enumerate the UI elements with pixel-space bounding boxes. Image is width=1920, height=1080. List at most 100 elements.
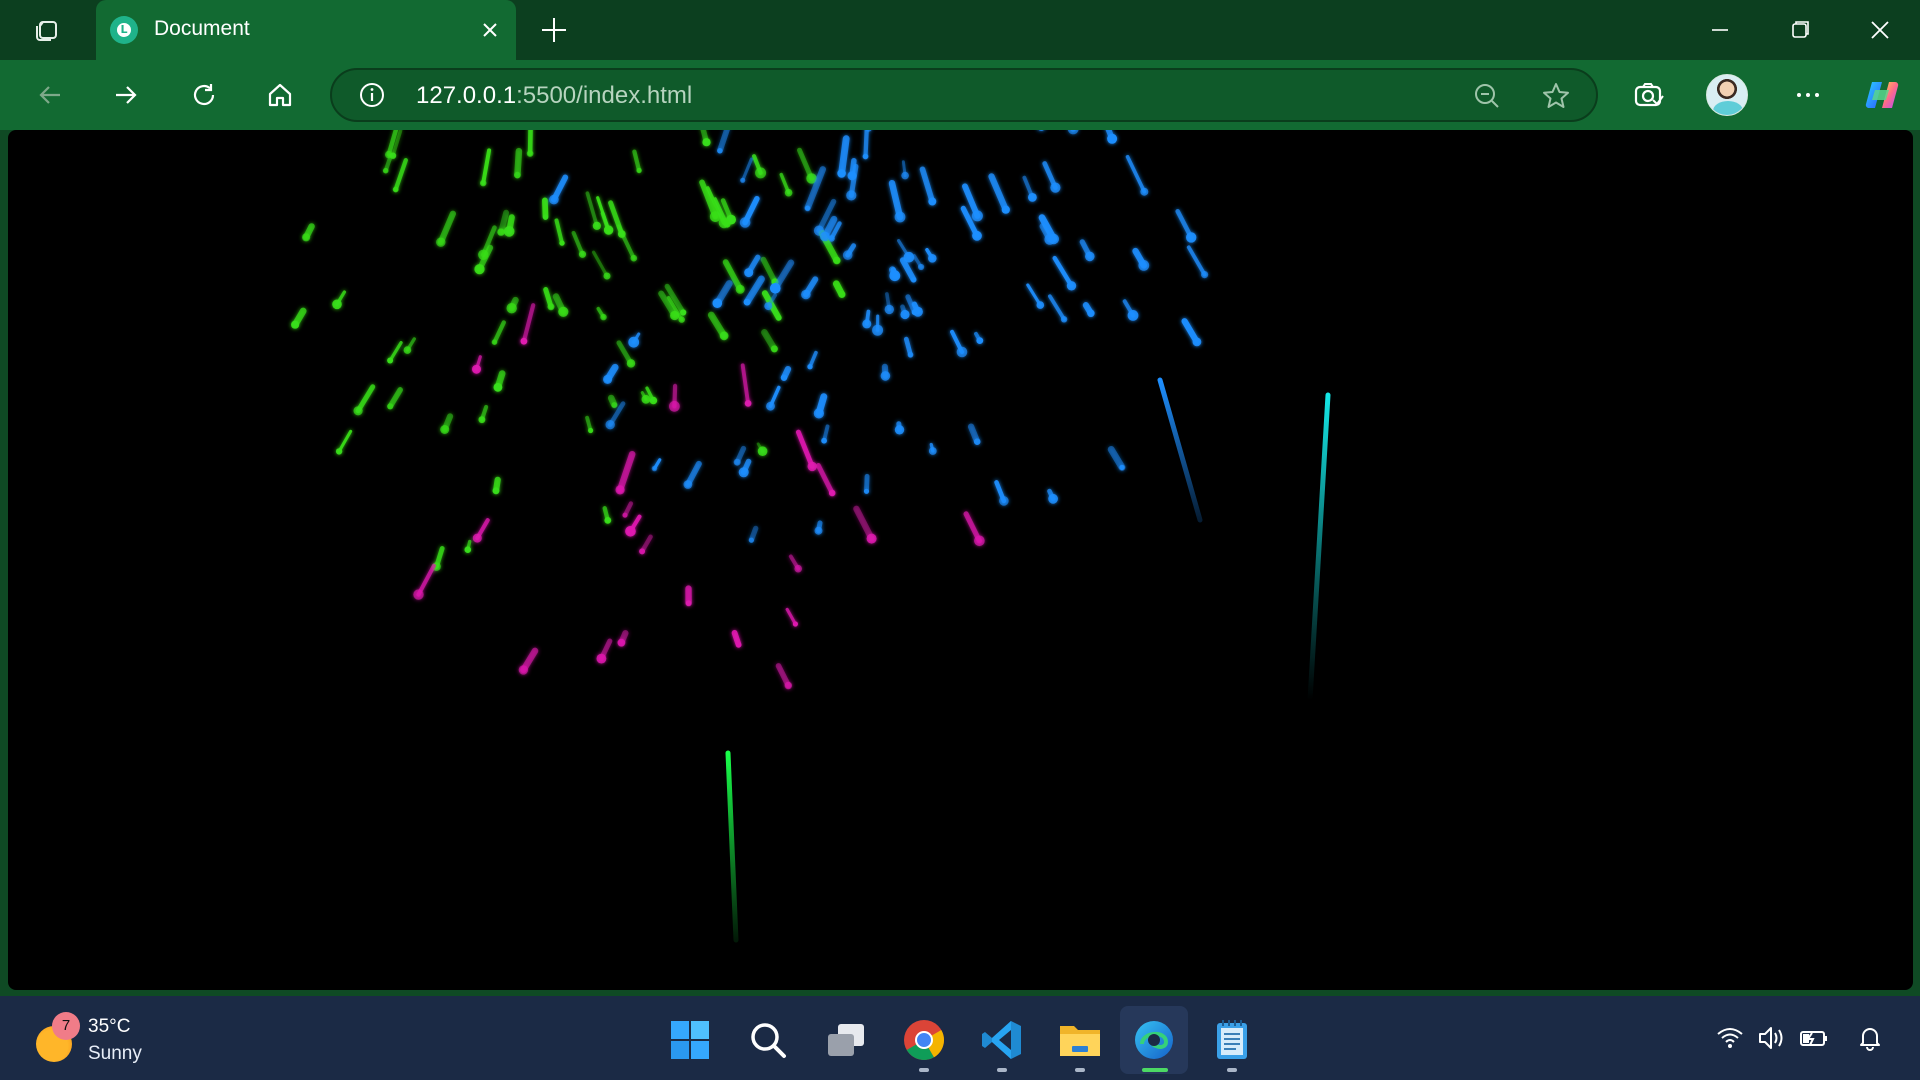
firework-spark [632,149,642,173]
task-view-icon[interactable] [812,1006,880,1074]
firework-spark-head [302,233,311,242]
url-text[interactable]: 127.0.0.1:5500/index.html [416,82,692,110]
firework-spark [1052,255,1074,289]
screenshot-icon[interactable] [1626,73,1670,117]
firework-spark-head [1085,251,1095,262]
wifi-icon[interactable] [1710,1018,1750,1058]
firework-spark-head [813,408,825,419]
firework-spark [899,257,917,283]
weather-widget[interactable]: 7 35°C Sunny [34,1010,194,1066]
search-icon[interactable] [734,1006,802,1074]
firework-spark-head [592,221,602,230]
address-bar[interactable]: 127.0.0.1:5500/index.html [330,68,1598,122]
firework-spark-head [820,231,830,242]
firework-spark-head [1127,310,1139,321]
firework-spark [740,363,751,406]
firework-spark [521,303,536,344]
forward-arrow-icon[interactable] [104,73,148,117]
fireworks-canvas[interactable] [8,130,1913,990]
close-tab-icon[interactable] [476,16,504,44]
firework-spark-head [971,210,983,222]
firework-spark-head [821,437,827,444]
firework-spark-head [974,535,985,547]
battery-icon[interactable] [1794,1018,1834,1058]
rocket-trail-blue [1157,377,1203,523]
firework-spark-head [928,254,937,263]
browser-tab[interactable]: L Document [96,0,516,60]
edge-icon[interactable] [1120,1006,1188,1074]
restore-button[interactable] [1770,10,1830,50]
firework-spark-head [1044,234,1056,245]
plus-icon[interactable] [536,12,572,48]
page-viewport[interactable] [8,130,1913,990]
firework-spark-head [440,425,450,434]
firework-spark-head [1050,182,1061,193]
firework-spark-head [600,313,607,321]
firework-spark-head [1036,301,1045,309]
firework-spark-head [547,303,555,311]
firework-spark-head [900,309,910,320]
tab-title: Document [154,17,250,40]
firework-spark-head [770,345,778,353]
firework-spark-head [775,315,782,321]
volume-icon[interactable] [1752,1018,1792,1058]
firework-spark-head [928,447,937,455]
file-explorer-icon[interactable] [1046,1006,1114,1074]
firework-spark-head [335,448,343,455]
back-arrow-icon[interactable] [28,73,72,117]
profile-avatar[interactable] [1706,74,1748,116]
title-bar: L Document [0,0,1920,60]
firework-spark-head [387,357,394,364]
home-icon[interactable] [258,73,302,117]
firework-spark-head [630,254,638,262]
firework-spark-head [617,638,626,647]
info-icon[interactable] [358,81,386,109]
firework-spark-head [403,346,412,354]
tab-actions-icon[interactable] [24,14,68,46]
more-icon[interactable] [1786,73,1830,117]
firework-spark-head [702,138,711,147]
firework-spark-head [738,467,749,478]
firework-spark-head [766,401,775,411]
copilot-icon[interactable] [1860,73,1904,117]
zoom-out-icon[interactable] [1472,81,1502,111]
firework-spark-head [1038,130,1044,131]
firework-spark-head [973,438,981,446]
firework-spark-head [436,237,446,247]
vscode-icon[interactable] [968,1006,1036,1074]
firework-spark-head [1066,281,1077,291]
firework-spark-head [1048,493,1058,504]
firework-spark-head [559,240,565,246]
firework-spark-head [683,480,693,489]
star-icon[interactable] [1540,80,1572,112]
firework-spark-head [558,306,569,317]
firework-spark-head [1028,193,1037,202]
firework-spark-head [894,211,906,223]
firework-spark-head [712,298,723,308]
start-icon[interactable] [656,1006,724,1074]
firework-spark [388,341,403,363]
firework-spark-head [755,167,767,179]
firework-spark-head [780,374,788,381]
running-indicator [1075,1068,1085,1072]
firework-spark-head [828,489,836,497]
firework-spark-head [604,517,612,524]
chrome-icon[interactable] [890,1006,958,1074]
running-indicator [919,1068,929,1072]
running-indicator [997,1068,1007,1072]
firework-spark-head [999,496,1009,506]
close-window-button[interactable] [1850,10,1910,50]
minimize-button[interactable] [1690,10,1750,50]
firework-spark [743,275,765,306]
firework-spark [492,320,506,345]
refresh-icon[interactable] [182,73,226,117]
firework-spark-head [615,485,625,495]
weather-condition: Sunny [88,1043,142,1064]
firework-spark-head [907,351,914,358]
notification-bell-icon[interactable] [1850,1018,1890,1058]
firework-spark-head [649,396,658,405]
firework-spark-head [385,150,393,159]
notepad-icon[interactable] [1198,1006,1266,1074]
firework-spark-head [717,148,723,154]
firework-spark-head [497,228,505,236]
